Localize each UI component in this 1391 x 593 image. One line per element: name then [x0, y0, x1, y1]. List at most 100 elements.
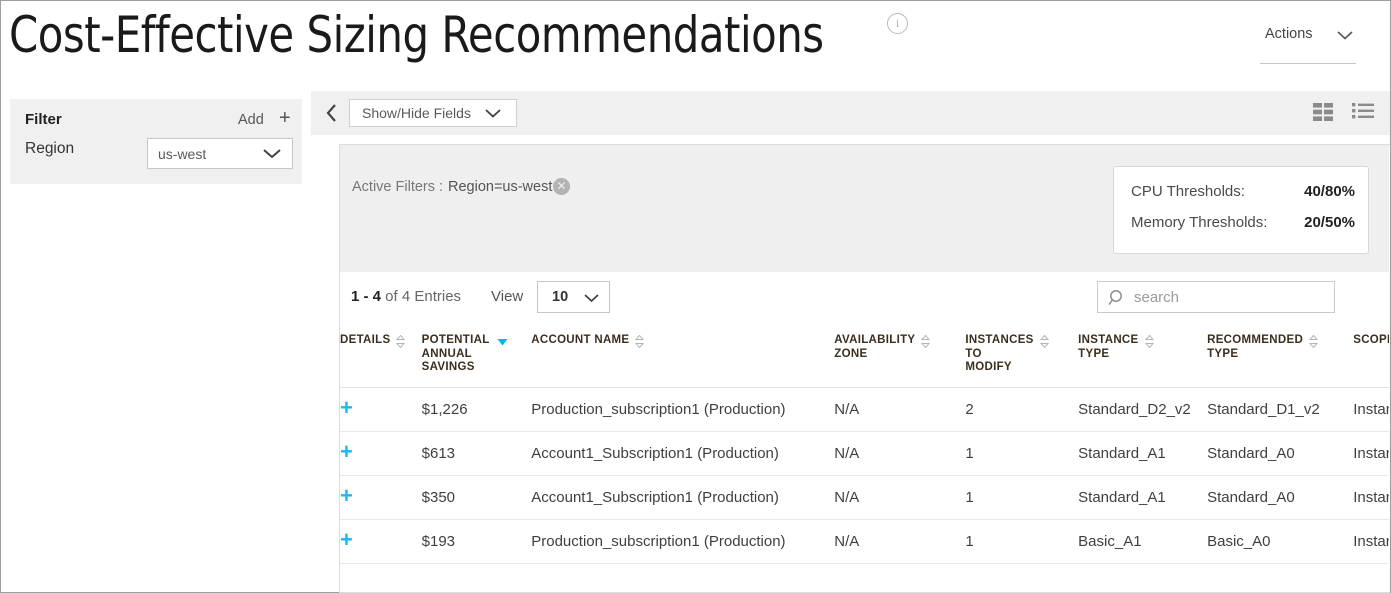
entries-range: 1 - 4	[351, 288, 382, 305]
sort-icon	[1039, 334, 1049, 351]
content-toolbar: Show/Hide Fields	[311, 91, 1390, 135]
cell-scope: Instance	[1353, 431, 1389, 476]
column-header-account-name[interactable]: ACCOUNT NAME	[531, 325, 835, 388]
cell-savings: $350	[421, 475, 532, 520]
plus-icon[interactable]: +	[279, 108, 291, 128]
add-filter-label[interactable]: Add	[238, 112, 264, 128]
plus-icon[interactable]: +	[340, 395, 353, 420]
table-row[interactable]: + $613 Account1_Subscription1 (Production)…	[340, 431, 1389, 476]
filter-field-label-region: Region	[25, 140, 75, 157]
chevron-down-icon	[262, 147, 282, 165]
page-header: Cost-Effective Sizing Recommendations i …	[1, 1, 1390, 87]
info-icon[interactable]: i	[887, 13, 908, 34]
view-label: View	[491, 288, 524, 305]
cell-availability-zone: N/A	[834, 431, 966, 476]
recommendations-table: DETAILS POTENTIAL ANNUAL SAVINGS ACCOUNT…	[340, 325, 1389, 564]
column-header-recommended-type[interactable]: RECOMMENDED TYPE	[1207, 325, 1354, 388]
recommendations-card: Active Filters : Region=us-west ✕ CPU Th…	[339, 144, 1390, 593]
cell-instance-type: Standard_D2_v2	[1078, 387, 1208, 432]
search-placeholder: search	[1134, 289, 1180, 306]
page-size-value: 10	[552, 289, 569, 305]
show-hide-fields-select[interactable]: Show/Hide Fields	[349, 99, 517, 127]
active-filter-chip: Region=us-west	[448, 179, 553, 195]
column-label: INSTANCES TO MODIFY	[965, 334, 1034, 373]
memory-threshold-label: Memory Thresholds:	[1131, 214, 1268, 231]
table-row[interactable]: + $350 Account1_Subscription1 (Production)…	[340, 475, 1389, 520]
sort-icon	[635, 334, 645, 351]
active-filters-band: Active Filters : Region=us-west ✕ CPU Th…	[340, 145, 1389, 272]
column-label: SCOPE	[1353, 334, 1389, 346]
expand-row-button[interactable]: +	[340, 431, 422, 476]
chevron-down-icon	[484, 106, 502, 124]
cell-instances-to-modify: 1	[965, 431, 1079, 476]
list-view-icon[interactable]	[1352, 101, 1374, 128]
cell-account-name: Production_subscription1 (Production)	[531, 387, 835, 432]
recommendations-table-scroll[interactable]: DETAILS POTENTIAL ANNUAL SAVINGS ACCOUNT…	[340, 325, 1389, 593]
filter-panel-title: Filter	[25, 111, 62, 128]
search-input[interactable]: search	[1097, 281, 1335, 313]
entries-count: 1 - 4 of 4 Entries	[351, 288, 461, 305]
column-header-instance-type[interactable]: INSTANCE TYPE	[1078, 325, 1208, 388]
cell-account-name: Account1_Subscription1 (Production)	[531, 475, 835, 520]
sort-icon	[396, 334, 406, 351]
grid-view-icon[interactable]	[1312, 101, 1334, 128]
cell-savings: $193	[421, 519, 532, 564]
chevron-down-icon	[1336, 29, 1354, 41]
thresholds-card: CPU Thresholds: 40/80% Memory Thresholds…	[1113, 166, 1369, 254]
column-header-details[interactable]: DETAILS	[340, 325, 422, 388]
cell-recommended-type: Standard_D1_v2	[1207, 387, 1354, 432]
cell-scope: Instance	[1353, 387, 1389, 432]
table-row[interactable]: + $193 Production_subscription1 (Productio…	[340, 519, 1389, 564]
sort-icon	[1144, 334, 1154, 351]
plus-icon[interactable]: +	[340, 439, 353, 464]
cell-recommended-type: Standard_A0	[1207, 475, 1354, 520]
chevron-left-icon[interactable]	[321, 101, 343, 125]
cell-scope: Instance	[1353, 475, 1389, 520]
column-header-availability-zone[interactable]: AVAILABILITY ZONE	[834, 325, 966, 388]
column-header-potential-annual-savings[interactable]: POTENTIAL ANNUAL SAVINGS	[421, 325, 532, 388]
page-title: Cost-Effective Sizing Recommendations	[9, 6, 824, 64]
plus-icon[interactable]: +	[340, 527, 353, 552]
app-window: Cost-Effective Sizing Recommendations i …	[0, 0, 1391, 593]
view-toggle-group	[1298, 101, 1374, 123]
expand-row-button[interactable]: +	[340, 475, 422, 520]
column-label: ACCOUNT NAME	[531, 334, 630, 346]
region-select[interactable]: us-west	[147, 138, 293, 169]
plus-icon[interactable]: +	[340, 483, 353, 508]
cpu-threshold-label: CPU Thresholds:	[1131, 183, 1245, 200]
page-size-select[interactable]: 10	[537, 281, 610, 313]
expand-row-button[interactable]: +	[340, 387, 422, 432]
sort-icon	[1308, 334, 1319, 351]
memory-threshold-value: 20/50%	[1304, 214, 1355, 231]
cell-account-name: Production_subscription1 (Production)	[531, 519, 835, 564]
cell-availability-zone: N/A	[834, 387, 966, 432]
table-row[interactable]: + $1,226 Production_subscription1 (Product…	[340, 387, 1389, 432]
cell-account-name: Account1_Subscription1 (Production)	[531, 431, 835, 476]
table-controls: 1 - 4 of 4 Entries View 10 search	[340, 272, 1389, 325]
column-label: RECOMMENDED TYPE	[1207, 334, 1304, 360]
cell-instance-type: Standard_A1	[1078, 475, 1208, 520]
cell-instances-to-modify: 2	[965, 387, 1079, 432]
cell-savings: $1,226	[421, 387, 532, 432]
column-header-scope[interactable]: SCOPE	[1353, 325, 1389, 388]
column-label: POTENTIAL ANNUAL SAVINGS	[421, 334, 490, 373]
table-body: + $1,226 Production_subscription1 (Product…	[340, 387, 1389, 564]
cell-instance-type: Basic_A1	[1078, 519, 1208, 564]
region-select-value: us-west	[158, 146, 207, 162]
cell-recommended-type: Standard_A0	[1207, 431, 1354, 476]
cell-instances-to-modify: 1	[965, 519, 1079, 564]
cell-scope: Instance	[1353, 519, 1389, 564]
chevron-down-icon	[583, 291, 600, 309]
cpu-threshold-value: 40/80%	[1304, 183, 1355, 200]
cell-availability-zone: N/A	[834, 519, 966, 564]
expand-row-button[interactable]: +	[340, 519, 422, 564]
column-header-instances-to-modify[interactable]: INSTANCES TO MODIFY	[965, 325, 1079, 388]
active-filters-label: Active Filters :	[352, 179, 444, 195]
sort-icon	[921, 334, 931, 351]
column-label: DETAILS	[340, 334, 391, 346]
sort-desc-icon	[496, 335, 509, 351]
cell-instances-to-modify: 1	[965, 475, 1079, 520]
show-hide-fields-label: Show/Hide Fields	[362, 105, 471, 121]
close-circle-icon[interactable]: ✕	[553, 178, 570, 195]
actions-menu[interactable]: Actions	[1260, 25, 1356, 64]
